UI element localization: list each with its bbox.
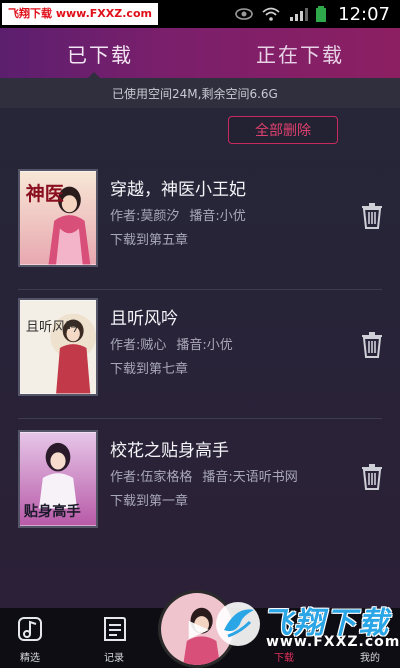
book-meta: 作者:伍家格格 播音:天语听书网 xyxy=(110,466,298,485)
list-item[interactable]: 且听风吟 且听风吟 作者:贼心 播音:小优 下载到第七章 xyxy=(0,294,400,419)
svg-text:且听风吟: 且听风吟 xyxy=(26,319,79,335)
list-item[interactable]: 神医 穿越，神医小王妃 作者:莫颜汐 播音:小优 下载到第五章 xyxy=(0,165,400,290)
book-cover[interactable]: 贴身高手 xyxy=(18,430,98,528)
status-bar: 飞翔下载 www.FXXZ.com 12:07 xyxy=(0,0,400,28)
logo-icon xyxy=(216,602,260,646)
divider xyxy=(18,418,382,419)
book-progress: 下载到第七章 xyxy=(110,362,189,377)
book-narrator: 播音:天语听书网 xyxy=(202,470,298,485)
book-title: 穿越，神医小王妃 xyxy=(110,180,246,200)
wifi-icon xyxy=(262,7,280,21)
book-title: 且听风吟 xyxy=(110,309,178,329)
book-progress: 下载到第五章 xyxy=(110,233,189,248)
svg-text:贴身高手: 贴身高手 xyxy=(24,502,81,520)
battery-icon xyxy=(316,6,327,22)
book-author: 作者:莫颜汐 xyxy=(110,209,180,224)
storage-text: 已使用空间24M,剩余空间6.6G xyxy=(112,86,278,101)
nav-featured[interactable]: 精选 xyxy=(0,608,60,668)
book-author: 作者:贼心 xyxy=(110,338,167,353)
trash-icon[interactable] xyxy=(360,203,384,229)
watermark-url: www.FXXZ.com xyxy=(266,634,400,650)
trash-icon[interactable] xyxy=(360,332,384,358)
tab-downloading[interactable]: 正在下载 xyxy=(200,28,400,78)
list-item[interactable]: 贴身高手 校花之贴身高手 作者:伍家格格 播音:天语听书网 下载到第一章 xyxy=(0,426,400,551)
eye-icon xyxy=(235,8,253,20)
trash-icon[interactable] xyxy=(360,464,384,490)
signal-icon xyxy=(290,8,309,21)
divider xyxy=(18,289,382,290)
book-narrator: 播音:小优 xyxy=(189,209,246,224)
book-cover[interactable]: 且听风吟 xyxy=(18,298,98,396)
book-title: 校花之贴身高手 xyxy=(110,441,229,461)
book-progress: 下载到第一章 xyxy=(110,494,189,509)
svg-text:神医: 神医 xyxy=(26,182,64,205)
tab-downloaded[interactable]: 已下载 xyxy=(0,28,200,78)
storage-info: 已使用空间24M,剩余空间6.6G xyxy=(0,72,400,108)
book-cover-art-2: 且听风吟 xyxy=(20,300,96,394)
music-note-icon xyxy=(18,617,42,641)
nav-history-label: 记录 xyxy=(104,653,124,664)
tab-indicator-arrow xyxy=(88,72,100,78)
nav-history[interactable]: 记录 xyxy=(84,608,144,668)
book-cover-art-3: 贴身高手 xyxy=(20,432,96,526)
tab-bar: 已下载 正在下载 xyxy=(0,28,400,78)
book-cover-art-1: 神医 xyxy=(20,171,96,265)
status-time: 12:07 xyxy=(338,3,390,25)
document-icon xyxy=(104,617,126,641)
status-watermark: 飞翔下载 www.FXXZ.com xyxy=(2,3,158,25)
delete-all-button[interactable]: 全部删除 xyxy=(228,116,338,144)
book-meta: 作者:贼心 播音:小优 xyxy=(110,334,233,353)
book-cover[interactable]: 神医 xyxy=(18,169,98,267)
nav-featured-label: 精选 xyxy=(20,653,40,664)
downloaded-list: 全部删除 神医 穿越，神医小王妃 作者:莫颜汐 播音:小优 下载到第五章 且听风… xyxy=(0,108,400,608)
book-meta: 作者:莫颜汐 播音:小优 xyxy=(110,205,246,224)
book-narrator: 播音:小优 xyxy=(176,338,233,353)
book-author: 作者:伍家格格 xyxy=(110,470,193,485)
watermark-logo: 飞翔下载 www.FXXZ.com xyxy=(200,596,400,656)
